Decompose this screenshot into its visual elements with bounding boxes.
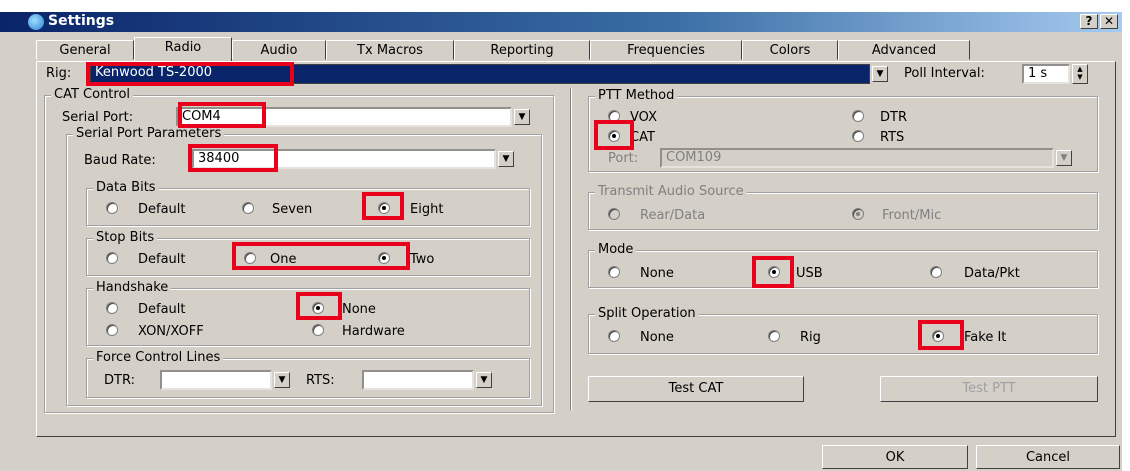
column-divider xyxy=(570,88,572,410)
app-icon xyxy=(28,14,44,30)
tab-radio[interactable]: Radio xyxy=(134,37,232,63)
tab-advanced[interactable]: Advanced xyxy=(838,40,970,60)
mode-data-pkt-radio[interactable] xyxy=(930,266,942,278)
ok-button[interactable]: OK xyxy=(822,445,968,469)
dtr-label: DTR: xyxy=(104,373,135,388)
stop-bits-two-label: Two xyxy=(410,252,435,267)
mode-title: Mode xyxy=(595,242,637,257)
handshake-default-radio[interactable] xyxy=(106,302,118,314)
tx-audio-front-label: Front/Mic xyxy=(882,208,942,223)
stop-bits-title: Stop Bits xyxy=(93,230,158,245)
handshake-xonxoff-label: XON/XOFF xyxy=(138,324,204,339)
ptt-method-title: PTT Method xyxy=(595,88,678,103)
tx-audio-front-radio[interactable] xyxy=(852,208,864,220)
split-rig-label: Rig xyxy=(800,330,821,345)
mode-data-pkt-label: Data/Pkt xyxy=(964,266,1020,281)
test-ptt-button[interactable]: Test PTT xyxy=(880,376,1098,402)
handshake-hardware-radio[interactable] xyxy=(312,324,324,336)
mode-usb-label: USB xyxy=(796,266,823,281)
rts-label: RTS: xyxy=(306,373,335,388)
tab-reporting[interactable]: Reporting xyxy=(454,40,590,60)
tx-audio-source-title: Transmit Audio Source xyxy=(595,184,747,199)
dtr-select[interactable] xyxy=(160,370,272,390)
handshake-hardware-label: Hardware xyxy=(342,324,405,339)
split-none-label: None xyxy=(640,330,674,345)
split-operation-title: Split Operation xyxy=(595,306,699,321)
handshake-default-label: Default xyxy=(138,302,186,317)
data-bits-title: Data Bits xyxy=(93,180,159,195)
stop-bits-default-label: Default xyxy=(138,252,186,267)
rig-label: Rig: xyxy=(46,66,72,81)
ptt-rts-label: RTS xyxy=(880,130,905,145)
ptt-dtr-radio[interactable] xyxy=(852,110,864,122)
annotation-box-mode-usb xyxy=(752,256,794,288)
baud-rate-label: Baud Rate: xyxy=(84,153,156,168)
annotation-box-data-bits-eight xyxy=(362,192,404,220)
tx-audio-rear-label: Rear/Data xyxy=(640,208,706,223)
baud-rate-chevron-down-icon[interactable]: ▼ xyxy=(498,151,514,167)
annotation-box-serial-port xyxy=(178,102,266,128)
ptt-port-label: Port: xyxy=(608,151,639,166)
ptt-rts-radio[interactable] xyxy=(852,130,864,142)
annotation-box-split-fake-it xyxy=(918,320,964,350)
data-bits-seven-radio[interactable] xyxy=(242,202,254,214)
cancel-button[interactable]: Cancel xyxy=(976,445,1120,469)
stop-bits-default-radio[interactable] xyxy=(106,252,118,264)
serial-port-chevron-down-icon[interactable]: ▼ xyxy=(514,109,530,125)
ptt-port-chevron-down-icon[interactable]: ▼ xyxy=(1056,150,1072,166)
data-bits-seven-label: Seven xyxy=(272,202,313,217)
annotation-box-baud-rate xyxy=(188,144,278,172)
handshake-title: Handshake xyxy=(93,280,172,295)
mode-none-label: None xyxy=(640,266,674,281)
split-fake-it-label: Fake It xyxy=(964,330,1007,345)
split-none-radio[interactable] xyxy=(608,330,620,342)
annotation-box-rig xyxy=(86,62,294,86)
mode-none-radio[interactable] xyxy=(608,266,620,278)
tab-tx-macros[interactable]: Tx Macros xyxy=(326,40,454,60)
poll-interval-label: Poll Interval: xyxy=(904,66,985,81)
data-bits-default-radio[interactable] xyxy=(106,202,118,214)
poll-interval-field[interactable]: 1 s xyxy=(1022,64,1070,84)
data-bits-default-label: Default xyxy=(138,202,186,217)
data-bits-eight-label: Eight xyxy=(410,202,444,217)
cat-control-title: CAT Control xyxy=(51,87,134,102)
annotation-box-ptt-cat xyxy=(594,120,634,150)
close-button[interactable]: ✕ xyxy=(1100,14,1118,29)
test-cat-button[interactable]: Test CAT xyxy=(588,376,804,402)
serial-port-label: Serial Port: xyxy=(62,110,134,125)
tab-frequencies[interactable]: Frequencies xyxy=(590,40,742,60)
tab-audio[interactable]: Audio xyxy=(232,40,326,60)
ptt-port-select[interactable]: COM109 xyxy=(660,148,1054,168)
force-control-lines-title: Force Control Lines xyxy=(93,350,224,365)
title-bar[interactable] xyxy=(0,12,1122,32)
tx-audio-rear-radio[interactable] xyxy=(608,208,620,220)
split-rig-radio[interactable] xyxy=(768,330,780,342)
rig-dropdown-chevron-down-icon[interactable]: ▼ xyxy=(872,66,888,82)
ptt-dtr-label: DTR xyxy=(880,110,907,125)
annotation-box-stop-bits xyxy=(232,242,410,270)
rts-chevron-down-icon[interactable]: ▼ xyxy=(476,372,492,388)
handshake-xonxoff-radio[interactable] xyxy=(106,324,118,336)
poll-interval-spinner-icon[interactable]: ▲ ▼ xyxy=(1072,64,1088,84)
serial-params-title: Serial Port Parameters xyxy=(73,126,225,141)
rts-select[interactable] xyxy=(362,370,474,390)
annotation-box-handshake-none xyxy=(296,292,342,320)
dtr-chevron-down-icon[interactable]: ▼ xyxy=(274,372,290,388)
help-button[interactable]: ? xyxy=(1080,14,1098,29)
tab-colors[interactable]: Colors xyxy=(742,40,838,60)
handshake-none-label: None xyxy=(342,302,376,317)
window-title: Settings xyxy=(48,13,115,29)
tab-general[interactable]: General xyxy=(36,40,134,60)
ptt-vox-label: VOX xyxy=(630,110,657,125)
